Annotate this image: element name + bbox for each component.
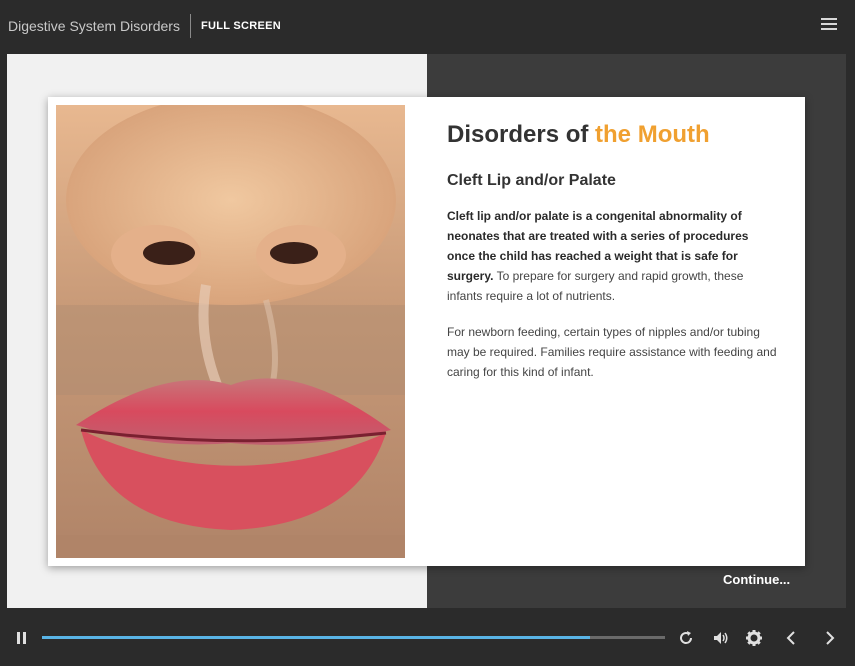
cleft-lip-photo <box>56 105 405 558</box>
replay-icon[interactable] <box>676 628 696 648</box>
slide-stage: Disorders of the Mouth Cleft Lip and/or … <box>7 54 846 608</box>
slide-heading: Disorders of the Mouth <box>447 121 777 150</box>
heading-prefix: Disorders of <box>447 121 596 148</box>
fullscreen-button[interactable]: FULL SCREEN <box>201 20 281 32</box>
paragraph-2: For newborn feeding, certain types of ni… <box>447 324 777 379</box>
slide-subheading: Cleft Lip and/or Palate <box>447 171 616 189</box>
player-controls <box>0 610 855 666</box>
previous-icon[interactable] <box>781 628 801 648</box>
hamburger-icon[interactable] <box>821 18 837 32</box>
heading-accent: the Mouth <box>595 121 710 148</box>
title-separator <box>189 14 191 38</box>
course-title: Digestive System Disorders <box>8 18 180 34</box>
settings-icon[interactable] <box>744 628 764 648</box>
progress-fill <box>42 636 591 639</box>
continue-button[interactable]: Continue... <box>723 572 790 587</box>
paragraph-1: Cleft lip and/or palate is a congenital … <box>447 206 777 306</box>
next-icon[interactable] <box>820 628 840 648</box>
top-bar: Digestive System Disorders FULL SCREEN <box>0 0 855 52</box>
text-panel: Disorders of the Mouth Cleft Lip and/or … <box>447 121 777 382</box>
pause-icon[interactable] <box>12 628 32 648</box>
progress-bar[interactable] <box>42 636 665 639</box>
content-card: Disorders of the Mouth Cleft Lip and/or … <box>48 97 805 566</box>
volume-icon[interactable] <box>711 628 731 648</box>
